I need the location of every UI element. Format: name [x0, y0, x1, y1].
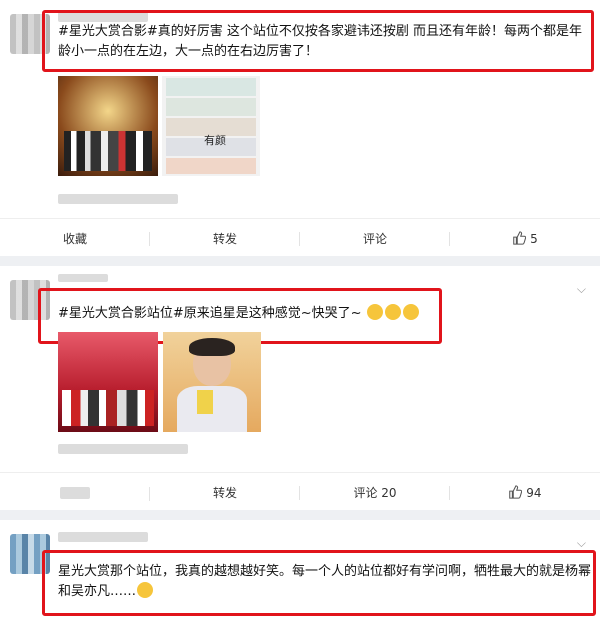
like-count: 94: [526, 485, 542, 500]
post-card-1: #星光大赏合影#真的好厉害 这个站位不仅按各家避讳还按剧 而且还有年龄！每两个都…: [0, 0, 600, 256]
post-card-2: ⌵ #星光大赏合影站位#原来追星是这种感觉~快哭了~ 转发 评论 20 94: [0, 266, 600, 510]
repost-button[interactable]: 转发: [150, 230, 300, 247]
comment-label: 评论 20: [353, 485, 397, 500]
username-blurred: [58, 274, 108, 282]
like-count: 5: [530, 231, 538, 246]
chevron-down-icon[interactable]: ⌵: [577, 282, 586, 297]
collect-button[interactable]: [0, 485, 150, 501]
photo-stage[interactable]: [58, 76, 158, 176]
meta-blurred: [58, 194, 178, 204]
post-text: #星光大赏合影站位#原来追星是这种感觉~快哭了~: [58, 304, 438, 324]
thumbs-up-icon: [513, 230, 527, 245]
crying-emoji-icon: [402, 304, 419, 320]
post-text-line-1: #星光大赏合影#真的好厉害 这个站位不仅按各家避讳还按剧 而且还有年龄！每两个都…: [58, 24, 583, 39]
photo-collage[interactable]: 有颜: [162, 76, 260, 176]
collect-label: 收藏: [62, 231, 87, 246]
post-text-line-1: 星光大赏那个站位，我真的越想越好笑。每一个人的站位都好有学问啊，牺牲最大的就是杨…: [58, 564, 592, 579]
crying-emoji-icon: [384, 304, 401, 320]
meta-blurred: [58, 444, 188, 454]
collage-tag: 有颜: [204, 134, 226, 147]
repost-label: 转发: [212, 485, 237, 500]
action-bar: 收藏 转发 评论 5: [0, 218, 600, 257]
post-text-line-2: 和吴亦凡……: [58, 584, 137, 599]
action-bar: 转发 评论 20 94: [0, 472, 600, 511]
post-text-line-2: 龄小一点的在左边，大一点的在右边厉害了！: [58, 44, 319, 59]
chevron-down-icon[interactable]: ⌵: [577, 536, 586, 551]
post-card-3: ⌵ 星光大赏那个站位，我真的越想越好笑。每一个人的站位都好有学问啊，牺牲最大的就…: [0, 520, 600, 624]
repost-label: 转发: [212, 231, 237, 246]
smile-emoji-icon: [137, 582, 154, 598]
photo-portrait[interactable]: [163, 332, 261, 432]
thumbs-up-icon: [509, 484, 523, 499]
crying-emoji-icon: [366, 304, 383, 320]
comment-label: 评论: [362, 231, 387, 246]
collect-button[interactable]: 收藏: [0, 230, 150, 247]
username-blurred: [58, 532, 148, 542]
post-text-body: #星光大赏合影站位#原来追星是这种感觉~快哭了~: [58, 306, 362, 321]
photo-stage-red[interactable]: [58, 332, 158, 432]
repost-button[interactable]: 转发: [150, 484, 300, 501]
like-button[interactable]: 94: [450, 484, 600, 500]
comment-button[interactable]: 评论: [300, 230, 450, 247]
like-button[interactable]: 5: [450, 230, 600, 246]
post-text: #星光大赏合影#真的好厉害 这个站位不仅按各家避讳还按剧 而且还有年龄！每两个都…: [58, 22, 588, 62]
post-text: 星光大赏那个站位，我真的越想越好笑。每一个人的站位都好有学问啊，牺牲最大的就是杨…: [58, 562, 592, 602]
comment-button[interactable]: 评论 20: [300, 484, 450, 501]
collect-blurred: [60, 486, 90, 499]
